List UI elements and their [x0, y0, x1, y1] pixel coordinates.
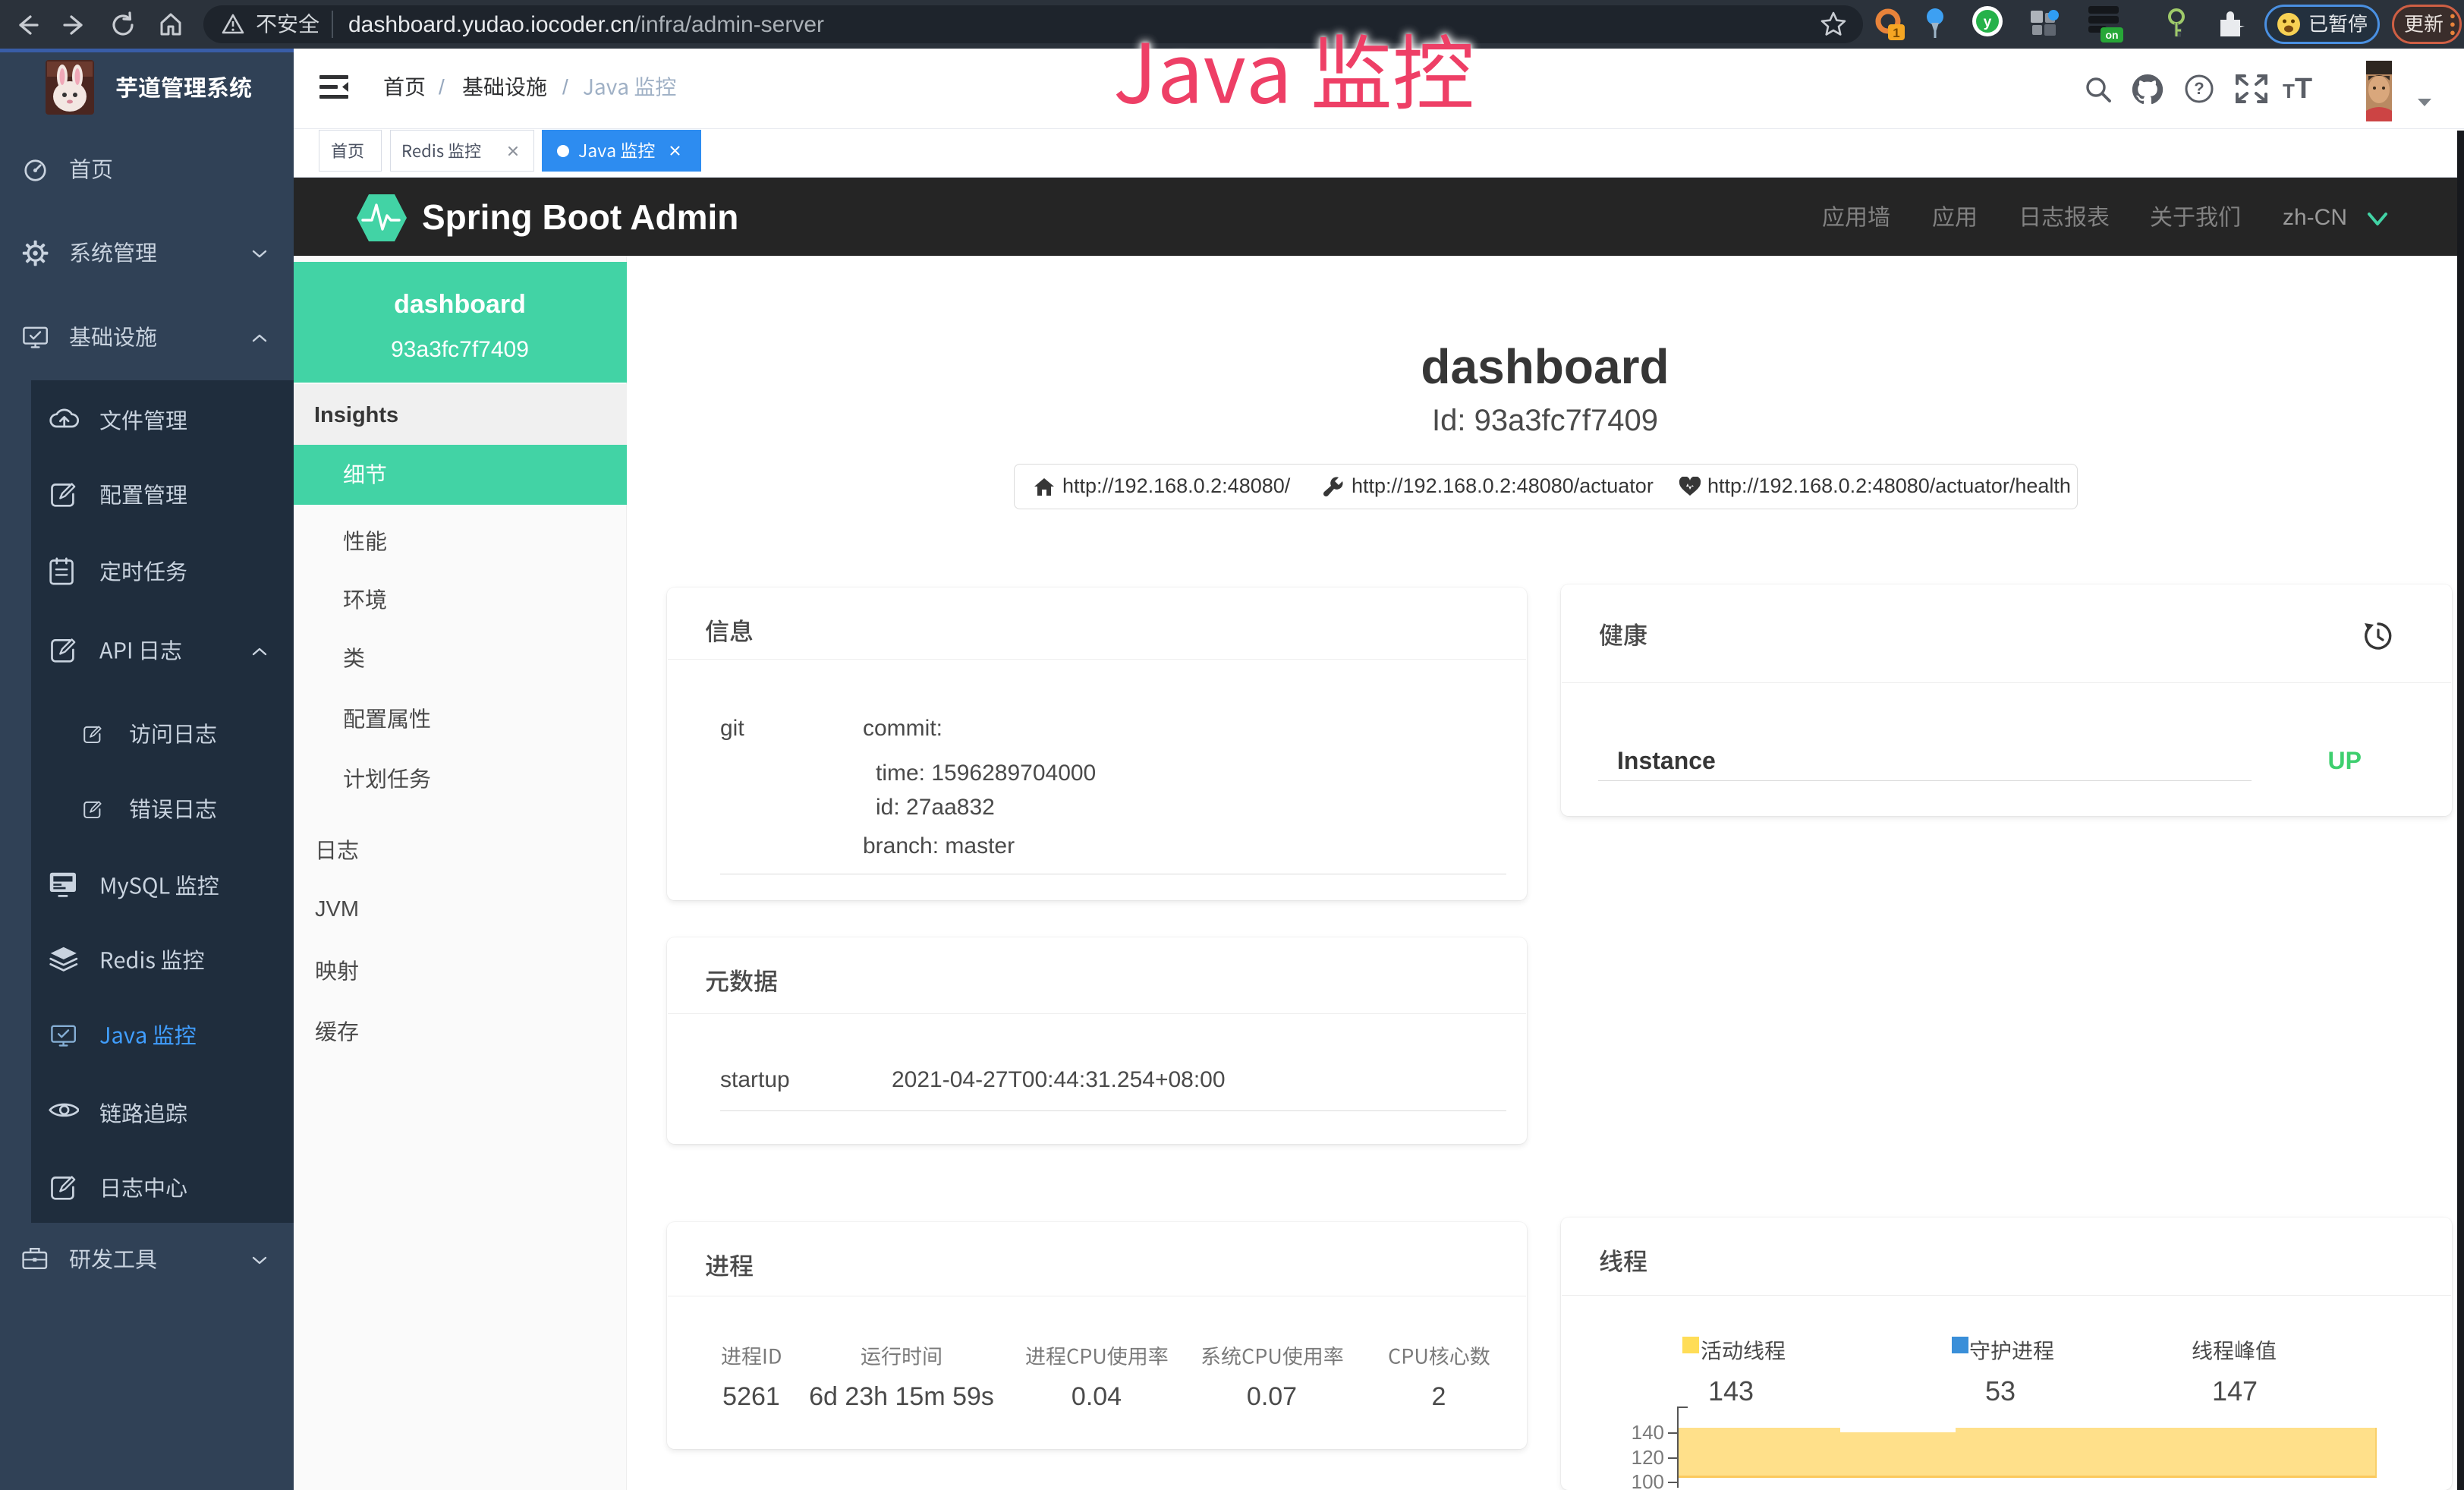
svg-text:1: 1: [1893, 26, 1899, 40]
svg-text:y: y: [1984, 14, 1992, 30]
svg-text:on: on: [2105, 29, 2118, 41]
svg-text:?: ?: [2194, 79, 2204, 98]
